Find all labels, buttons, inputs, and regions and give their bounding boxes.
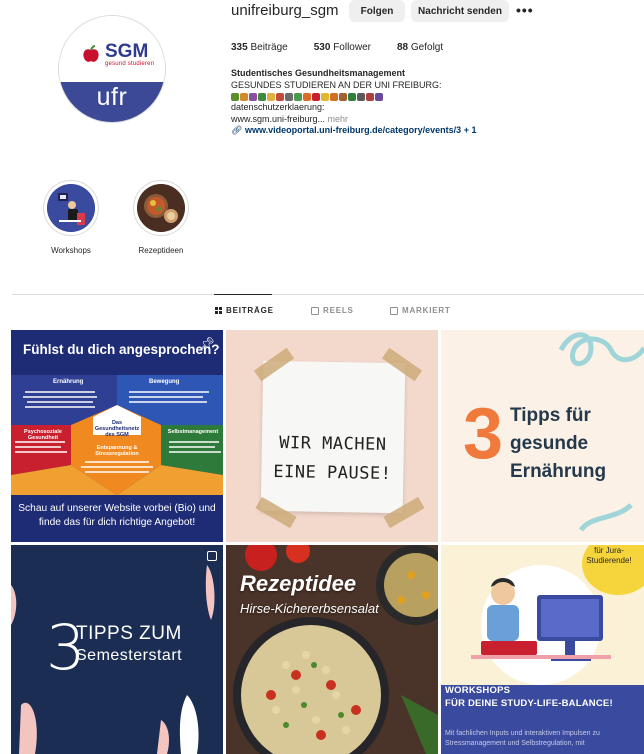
profile-avatar[interactable]: SGM gesund studieren ufr (58, 15, 166, 123)
post-tile[interactable]: WIR MACHEN EINE PAUSE! (226, 330, 438, 542)
post-title-line: gesunde (510, 433, 589, 454)
post-tile[interactable]: Rezeptidee Hirse-Kichererbsensalat (226, 545, 438, 754)
post-title-line: Semesterstart (76, 647, 183, 664)
section-label: Psychosoziale Gesundheit (24, 429, 62, 441)
bio-line: GESUNDES STUDIEREN AN DER UNI FREIBURG: (231, 79, 442, 90)
bio-line: datenschutzerklaerung: (231, 102, 325, 112)
section-label: Selbstmanagement (167, 429, 219, 435)
message-button[interactable]: Nachricht senden (411, 0, 509, 22)
tabs-divider (12, 294, 644, 295)
section-label: Entspannung & Stressregulation (95, 445, 139, 457)
following-count[interactable]: 88 Gefolgt (397, 42, 443, 53)
post-description: Mit fachlichen Inputs und interaktiven I… (445, 730, 600, 747)
post-caption: Schau auf unserer Website vorbei (Bio) u… (18, 503, 216, 528)
note-line: WIR MACHEN (279, 433, 387, 455)
section-label: Ernährung (53, 379, 84, 385)
tagged-icon (390, 306, 398, 315)
profile-stats: 335 Beiträge 530 Follower 88 Gefolgt (231, 42, 443, 53)
post-tile[interactable]: für Jura-Studierende! WORKSHOPS FÜR DEIN… (441, 545, 644, 754)
post-subtitle: Hirse-Kichererbsensalat (240, 601, 379, 616)
sgm-logo: SGM gesund studieren (81, 42, 154, 67)
multiple-posts-icon (207, 551, 217, 561)
bio-website-link[interactable]: 🔗︎ www.videoportal.uni-freiburg.de/categ… (231, 125, 551, 137)
bio-emoji-row (231, 91, 551, 102)
posts-count: 335 Beiträge (231, 42, 288, 53)
active-tab-indicator (214, 294, 272, 295)
post-title: Rezeptidee (240, 571, 357, 596)
person-at-computer-icon (47, 184, 95, 232)
avatar-sgm-subtext: gesund studieren (105, 61, 155, 67)
paper-note: WIR MACHEN EINE PAUSE! (260, 360, 406, 514)
highlight-workshops[interactable]: Workshops (43, 180, 99, 255)
followers-count[interactable]: 530 Follower (314, 42, 371, 53)
post-title-line: TIPPS ZUM (76, 623, 182, 644)
avatar-sgm-text: SGM (105, 41, 149, 62)
post-title-line: FÜR DEINE STUDY-LIFE-BALANCE! (445, 697, 613, 709)
note-line: EINE PAUSE! (273, 461, 392, 485)
profile-username: unifreiburg_sgm (231, 2, 339, 19)
post-title-line: WORKSHOPS (445, 685, 511, 696)
grid-icon (215, 307, 222, 314)
follow-button[interactable]: Folgen (349, 0, 405, 22)
bio-line: www.sgm.uni-freiburg... mehr (231, 113, 349, 124)
highlight-label: Workshops (51, 246, 91, 255)
tab-beitraege[interactable]: BEITRÄGE (215, 306, 274, 315)
post-title-line: Ernährung (510, 461, 607, 482)
post-tile[interactable]: Fühlst du dich angesprochen? 📌︎ Ernährun… (11, 330, 223, 542)
apple-icon (83, 44, 99, 62)
tab-markiert[interactable]: MARKIERT (390, 306, 451, 315)
post-title-line: Tipps für (510, 405, 591, 426)
bio-name: Studentisches Gesundheitsmanagement (231, 68, 406, 78)
post-tile[interactable]: 3 TIPPS ZUM Semesterstart (11, 545, 223, 754)
section-label: Bewegung (149, 379, 180, 385)
highlight-label: Rezeptideen (138, 246, 184, 255)
food-bowl-icon (137, 184, 185, 232)
health-network-graphic: Ernährung Bewegung Psychosoziale Gesundh… (11, 375, 223, 495)
link-icon: 🔗︎ (231, 125, 243, 135)
tab-reels[interactable]: REELS (311, 306, 354, 315)
pin-icon: 📌︎ (198, 336, 215, 351)
avatar-ufr-text: ufr (96, 83, 128, 111)
reels-icon (311, 306, 319, 315)
bio-more-link[interactable]: mehr (328, 114, 349, 124)
more-options-icon[interactable]: ••• (516, 2, 534, 18)
post-tile[interactable]: 3 Tipps für gesunde Ernährung (441, 330, 644, 542)
post-title: Fühlst du dich angesprochen? (23, 342, 220, 357)
highlight-rezeptideen[interactable]: Rezeptideen (133, 180, 189, 255)
badge-text: für Jura-Studierende! (586, 546, 632, 565)
profile-bio: Studentisches Gesundheitsmanagement GESU… (231, 68, 551, 137)
section-label: Das Gesundheitsnetz des SGM (94, 420, 140, 438)
tip-number: 3 (463, 394, 504, 474)
